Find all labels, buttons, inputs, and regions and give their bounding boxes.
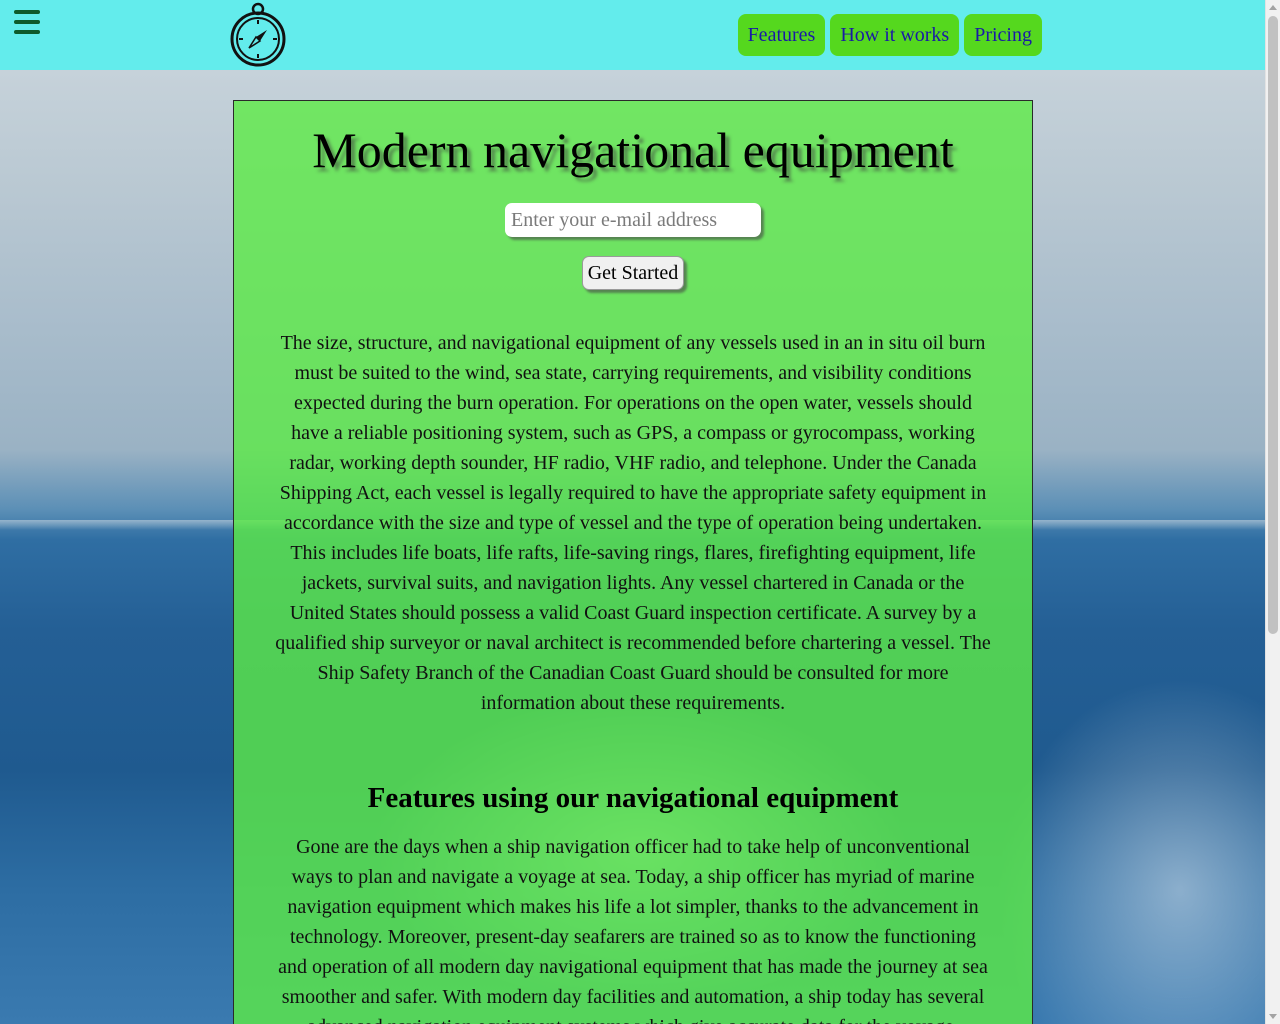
nav-how-it-works-link[interactable]: How it works — [830, 14, 960, 56]
site-header: Features How it works Pricing — [0, 0, 1265, 70]
main-content-card: Modern navigational equipment Get Starte… — [233, 100, 1033, 1024]
compass-icon[interactable] — [229, 2, 287, 68]
nav-pricing-link[interactable]: Pricing — [964, 14, 1042, 56]
scroll-down-arrow-icon[interactable] — [1269, 1014, 1277, 1019]
scrollbar-thumb[interactable] — [1268, 16, 1278, 634]
intro-paragraph: The size, structure, and navigational eq… — [275, 332, 991, 714]
scroll-up-arrow-icon[interactable] — [1269, 5, 1277, 10]
features-heading: Features using our navigational equipmen… — [367, 782, 899, 814]
features-paragraph: Gone are the days when a ship navigation… — [278, 836, 988, 1024]
main-nav: Features How it works Pricing — [737, 14, 1042, 56]
page-title: Modern navigational equipment — [312, 122, 954, 178]
get-started-button[interactable]: Get Started — [581, 256, 685, 290]
email-input[interactable] — [505, 203, 761, 237]
hamburger-menu-icon[interactable] — [14, 10, 40, 34]
vertical-scrollbar[interactable] — [1265, 0, 1280, 1024]
nav-features-link[interactable]: Features — [737, 14, 826, 56]
